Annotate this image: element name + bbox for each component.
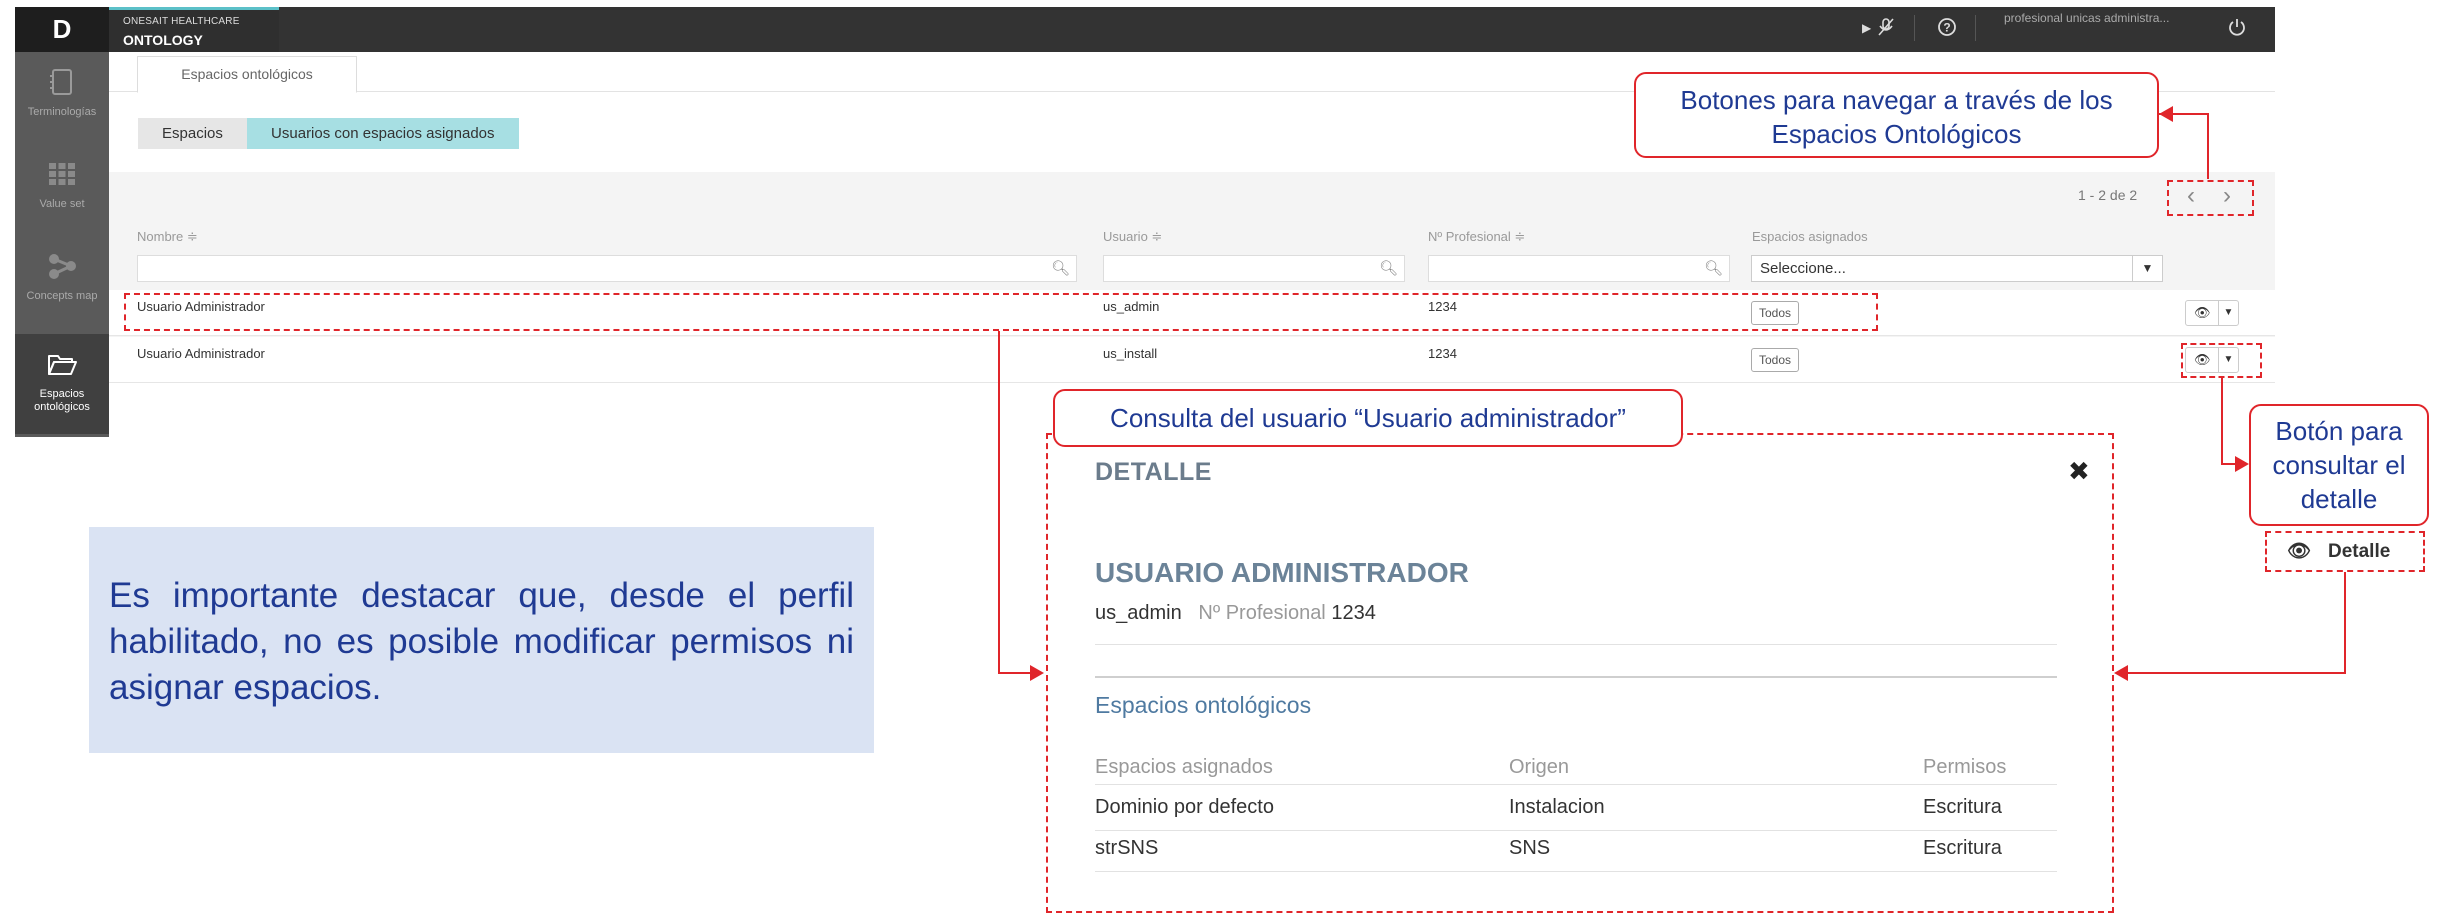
annotation-line: [2344, 572, 2346, 674]
row-highlight: [124, 293, 1878, 331]
sidebar-item-concepts-map[interactable]: Concepts map: [15, 236, 109, 328]
detail-button-sample[interactable]: 👁︎ Detalle: [2265, 531, 2425, 572]
detail-user-info: us_admin Nº Profesional 1234: [1095, 602, 1376, 625]
power-icon[interactable]: [2227, 17, 2247, 42]
segment-control: Espacios Usuarios con espacios asignados: [138, 118, 519, 149]
microphone-off-icon[interactable]: [1876, 17, 1896, 42]
app-logo[interactable]: D: [15, 7, 109, 52]
select-value: Seleccione...: [1760, 260, 1846, 277]
close-icon[interactable]: ✖: [2068, 456, 2090, 487]
column-header-nprofesional[interactable]: Nº Profesional ≑: [1428, 229, 1525, 245]
segment-espacios[interactable]: Espacios: [138, 118, 247, 149]
sidebar-item-espacios-ontologicos[interactable]: Espacios ontológicos: [15, 334, 109, 434]
chevron-down-icon: ▼: [2132, 256, 2162, 281]
divider: [1095, 830, 2057, 831]
arrow-head: [2235, 456, 2249, 472]
chevron-down-icon[interactable]: ▼: [2218, 301, 2238, 325]
top-separator: [1975, 15, 1976, 41]
column-header-usuario[interactable]: Usuario ≑: [1103, 229, 1162, 245]
brand-subtitle: ONESAIT HEALTHCARE: [123, 16, 240, 27]
eye-icon: 👁︎: [2194, 305, 2211, 320]
detail-cell-perm: Escritura: [1923, 796, 2002, 818]
divider: [1095, 644, 2057, 645]
detail-cell-origin: Instalacion: [1509, 796, 1605, 818]
sidebar-item-terminologias[interactable]: Terminologías: [15, 52, 109, 144]
sidebar-item-label: Terminologías: [27, 106, 97, 118]
detail-prof-value: 1234: [1331, 602, 1376, 624]
detail-cell-space: Dominio por defecto: [1095, 796, 1274, 818]
divider: [1095, 871, 2057, 872]
sidebar-item-label: Concepts map: [26, 290, 98, 302]
user-label[interactable]: profesional unicas administra...: [2004, 11, 2214, 25]
divider: [1095, 676, 2057, 678]
filter-nombre-input[interactable]: 🔍︎: [137, 255, 1077, 282]
annotation-line: [2128, 672, 2346, 674]
cell-nombre: Usuario Administrador: [137, 346, 265, 361]
nav-buttons-highlight: [2167, 180, 2254, 216]
search-icon: 🔍︎: [1050, 260, 1070, 277]
spaces-badge[interactable]: Todos: [1751, 348, 1800, 372]
detail-user-title: USUARIO ADMINISTRADOR: [1095, 557, 1469, 588]
detail-prof-label: Nº Profesional: [1198, 602, 1326, 624]
detail-title: DETALLE: [1095, 458, 1212, 486]
annotation-line: [998, 672, 1032, 674]
annotation-line: [998, 331, 1000, 674]
detail-spaces-title: Espacios ontológicos: [1095, 692, 1312, 718]
share-nodes-icon: [49, 254, 76, 279]
detail-cell-space: strSNS: [1095, 837, 1159, 859]
filter-nprofesional-input[interactable]: 🔍︎: [1428, 255, 1730, 282]
top-bar: [15, 7, 2275, 52]
pagination-text: 1 - 2 de 2: [2078, 187, 2138, 203]
table-row[interactable]: Usuario Administrador us_install 1234 To…: [109, 337, 2275, 383]
tab-espacios-ontologicos[interactable]: Espacios ontológicos: [137, 56, 357, 93]
search-icon: 🔍︎: [1378, 260, 1398, 277]
brand-tab[interactable]: ONESAIT HEALTHCARE ONTOLOGY: [109, 7, 279, 52]
annotation-line: [2221, 378, 2223, 465]
play-icon[interactable]: ▶: [1862, 21, 1871, 35]
column-header-espacios: Espacios asignados: [1752, 229, 1868, 244]
sidebar-item-label: Value set: [39, 198, 85, 210]
column-header-nombre[interactable]: Nombre ≑: [137, 229, 198, 245]
divider: [1095, 784, 2057, 785]
arrow-head: [2114, 665, 2128, 681]
book-icon: [50, 69, 72, 95]
detail-header-espacios: Espacios asignados: [1095, 756, 1273, 778]
segment-usuarios[interactable]: Usuarios con espacios asignados: [247, 118, 519, 149]
detail-button-highlight: [2181, 343, 2262, 378]
detail-callout: Botón para consultar el detalle: [2249, 404, 2429, 526]
detail-cell-perm: Escritura: [1923, 837, 2002, 859]
search-icon: 🔍︎: [1703, 260, 1723, 277]
arrow-head: [1030, 665, 1044, 681]
detail-header-origen: Origen: [1509, 756, 1570, 778]
detail-username: us_admin: [1095, 602, 1182, 624]
brand-title: ONTOLOGY: [123, 32, 203, 48]
nav-callout: Botones para navegar a través de los Esp…: [1634, 72, 2159, 158]
svg-text:?: ?: [1943, 21, 1950, 35]
folder-open-icon: [48, 355, 77, 375]
info-note: Es importante destacar que, desde el per…: [89, 527, 874, 753]
annotation-line: [2207, 113, 2209, 179]
arrow-head: [2159, 106, 2173, 122]
cell-nprofesional: 1234: [1428, 346, 1457, 361]
cell-usuario: us_install: [1103, 346, 1158, 361]
sidebar-item-value-set[interactable]: Value set: [15, 144, 109, 236]
grid-icon: [49, 163, 75, 185]
detail-header-permisos: Permisos: [1923, 756, 2007, 778]
eye-icon: 👁︎: [2287, 541, 2312, 562]
top-separator: [1914, 15, 1915, 41]
view-detail-button[interactable]: 👁︎ ▼: [2185, 300, 2239, 326]
detail-cell-origin: SNS: [1509, 837, 1551, 859]
sidebar: Terminologías Value set Concepts map Esp…: [15, 52, 109, 437]
help-icon[interactable]: ?: [1937, 17, 1957, 42]
filter-espacios-select[interactable]: Seleccione... ▼: [1751, 255, 2163, 282]
query-callout: Consulta del usuario “Usuario administra…: [1053, 389, 1683, 447]
sidebar-item-label: Espacios ontológicos: [34, 388, 90, 413]
filter-usuario-input[interactable]: 🔍︎: [1103, 255, 1405, 282]
detail-button-label: Detalle: [2328, 541, 2391, 562]
